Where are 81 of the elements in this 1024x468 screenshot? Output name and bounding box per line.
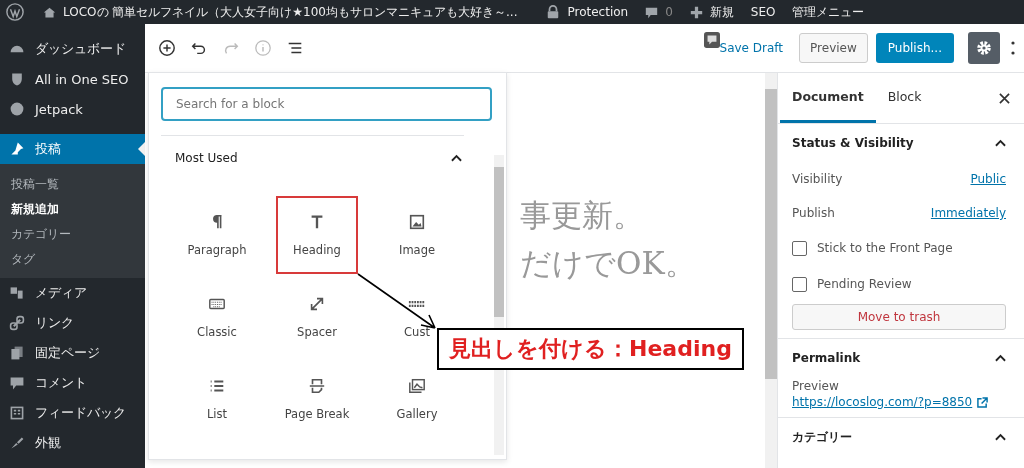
panel-title[interactable]: Permalink	[792, 351, 861, 365]
block-item[interactable]: Page Break	[280, 360, 354, 438]
block-item[interactable]: Paragraph	[183, 196, 251, 274]
chevron-icon[interactable]	[995, 139, 1006, 147]
chevron-icon[interactable]	[451, 154, 462, 162]
checkbox-label[interactable]: Stick to the Front Page	[817, 241, 953, 255]
site-title[interactable]: LOCOの 簡単セルフネイル（大人女子向け★100均もサロンマニキュアも大好き～...	[63, 3, 518, 21]
speech-bubble-icon	[9, 375, 25, 391]
form-icon	[9, 405, 25, 421]
add-block-icon[interactable]	[158, 39, 176, 57]
admin-bar-item[interactable]: 管理メニュー	[792, 3, 865, 21]
link-icon	[9, 315, 25, 331]
menu-item[interactable]: ダッシュボード	[0, 34, 145, 64]
submenu-item[interactable]: タグ	[0, 247, 145, 272]
block-item[interactable]: List	[202, 360, 232, 438]
checkbox[interactable]	[792, 276, 807, 292]
brush-icon	[9, 435, 25, 451]
pushpin-icon	[9, 141, 25, 157]
menu-item[interactable]: 固定ページ	[0, 338, 145, 368]
shield-icon	[9, 71, 25, 87]
close-icon[interactable]	[999, 92, 1010, 104]
block-item[interactable]: Spacer	[293, 278, 341, 356]
wordpress-logo-icon[interactable]	[6, 3, 24, 21]
admin-bar-item[interactable]: 0	[665, 5, 673, 19]
save-draft-link[interactable]: Save Draft	[719, 41, 784, 55]
chevron-icon[interactable]	[995, 354, 1006, 362]
submenu-item[interactable]: 投稿一覧	[0, 172, 145, 197]
setting-label: Publish	[792, 206, 835, 220]
pages-icon	[9, 345, 25, 361]
block-item[interactable]: Heading	[276, 196, 358, 274]
menu-item[interactable]: フィードバック	[0, 398, 145, 428]
gallery-icon	[408, 377, 426, 395]
admin-bar-item[interactable]: 新規	[709, 3, 734, 21]
gear-icon	[977, 41, 991, 55]
menu-item[interactable]: 投稿	[0, 134, 145, 164]
checkbox[interactable]	[792, 240, 807, 256]
chevron-icon[interactable]	[995, 433, 1006, 441]
menu-item[interactable]: All in One SEO	[0, 64, 145, 94]
panel-title[interactable]: Status & Visibility	[792, 136, 914, 150]
speech-bubble-icon	[703, 32, 720, 48]
home-icon[interactable]	[43, 5, 56, 19]
setting-label: Visibility	[792, 172, 843, 186]
post-text: 事更新。	[520, 196, 645, 235]
preview-button[interactable]: Preview	[799, 33, 868, 63]
panel-title[interactable]: カテゴリー	[792, 428, 852, 446]
checkbox-label[interactable]: Pending Review	[817, 277, 912, 291]
search-field[interactable]: Search for a block	[161, 87, 492, 121]
section-title[interactable]: Most Used	[175, 151, 238, 165]
more-options-icon[interactable]	[1011, 40, 1015, 56]
menu-item[interactable]: メディア	[0, 278, 145, 308]
post-text: だけでOK。	[520, 244, 697, 283]
media-icon	[9, 285, 25, 301]
annotation-tooltip: 見出しを付ける：Heading	[437, 328, 744, 370]
permalink-label: Preview	[792, 379, 840, 393]
block-item[interactable]: Image	[395, 196, 439, 274]
block-item[interactable]: Classic	[193, 278, 241, 356]
page-break-icon	[308, 377, 326, 395]
menu-item[interactable]: 外観	[0, 428, 145, 458]
move-to-trash-button[interactable]: Move to trash	[792, 304, 1006, 330]
setting-link[interactable]: Public	[970, 172, 1006, 186]
diagonal-arrow-icon	[308, 295, 326, 313]
submenu-item[interactable]: カテゴリー	[0, 222, 145, 247]
panel-tab[interactable]: Block	[875, 73, 934, 123]
setting-link[interactable]: Immediately	[930, 206, 1006, 220]
menu-item[interactable]: リンク	[0, 308, 145, 338]
image-icon	[408, 213, 426, 231]
menu-item[interactable]: Jetpack	[0, 94, 145, 124]
speech-bubble-icon	[645, 5, 659, 19]
plus-icon	[689, 5, 703, 19]
scrollbar[interactable]	[765, 73, 777, 468]
block-item[interactable]: Cust	[400, 278, 434, 356]
lock-icon	[546, 4, 561, 20]
settings-button[interactable]	[968, 32, 1000, 64]
permalink-url[interactable]: https://locoslog.com/?p=8850	[792, 395, 973, 409]
submenu-item[interactable]: 新規追加	[0, 197, 145, 222]
publish-button[interactable]: Publish...	[875, 33, 954, 63]
external-link-icon[interactable]	[977, 396, 989, 408]
menu-item[interactable]: コメント	[0, 368, 145, 398]
admin-bar-item[interactable]: SEO	[750, 5, 776, 19]
panel-tab[interactable]: Document	[780, 73, 876, 123]
admin-bar-item[interactable]: Protection	[567, 5, 629, 19]
